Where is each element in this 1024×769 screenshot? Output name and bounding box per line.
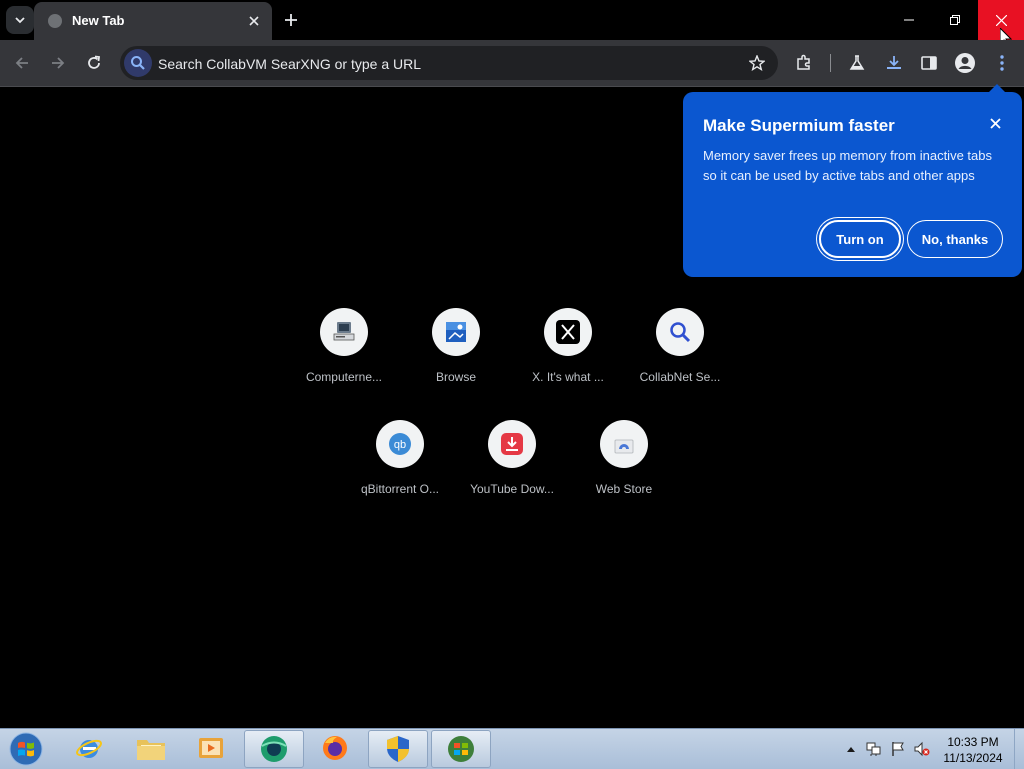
tray-expand-icon[interactable] <box>843 741 859 757</box>
chevron-down-icon <box>15 17 25 24</box>
popup-title: Make Supermium faster <box>703 116 895 135</box>
menu-kebab-icon[interactable] <box>989 50 1015 76</box>
download-icon <box>488 420 536 468</box>
shortcut-label: CollabNet Se... <box>639 370 721 384</box>
shortcut-tile[interactable]: Web Store <box>568 420 680 520</box>
shield-icon <box>387 736 409 762</box>
omnibox-input[interactable] <box>156 52 740 76</box>
minimize-button[interactable] <box>886 0 932 40</box>
web-store-icon <box>600 420 648 468</box>
extensions-icon[interactable] <box>791 50 817 76</box>
system-clock[interactable]: 10:33 PM 11/13/2024 <box>938 734 1008 766</box>
taskbar-windows-update[interactable] <box>431 730 491 768</box>
shortcut-label: Browse <box>435 370 476 384</box>
shortcut-tile[interactable]: Computerne... <box>288 308 400 408</box>
favicon-icon <box>48 14 62 28</box>
reload-icon <box>88 55 101 69</box>
tab-title: New Tab <box>72 13 125 28</box>
back-arrow-icon <box>15 57 28 69</box>
taskbar-internet-explorer[interactable] <box>60 730 118 766</box>
start-button[interactable] <box>4 730 48 768</box>
browse-icon <box>432 308 480 356</box>
minimize-icon <box>904 19 914 21</box>
taskbar: 10:33 PM 11/13/2024 <box>0 728 1024 769</box>
profile-avatar-icon[interactable] <box>952 50 978 76</box>
shortcut-tile[interactable]: X. It's what ... <box>512 308 624 408</box>
shortcut-tile[interactable]: qb qBittorrent O... <box>344 420 456 520</box>
popup-arrow <box>989 84 1005 92</box>
volume-muted-icon[interactable] <box>914 741 930 757</box>
taskbar-security[interactable] <box>368 730 428 768</box>
show-desktop-button[interactable] <box>1014 729 1024 769</box>
internet-explorer-icon <box>76 739 102 758</box>
clock-time: 10:33 PM <box>947 735 999 749</box>
shortcut-label: YouTube Dow... <box>470 482 554 496</box>
tab-strip: New Tab <box>0 0 1024 48</box>
memory-saver-popup: Make Supermium faster Memory saver frees… <box>683 84 1022 277</box>
computer-icon <box>320 308 368 356</box>
taskbar-media-player[interactable] <box>182 730 240 766</box>
taskbar-file-explorer[interactable] <box>122 730 180 766</box>
search-icon <box>124 49 152 77</box>
turn-on-button[interactable]: Turn on <box>819 220 901 258</box>
reload-button[interactable] <box>80 49 108 77</box>
side-panel-icon[interactable] <box>916 50 942 76</box>
bookmark-star-icon[interactable] <box>746 52 768 74</box>
new-tab-button[interactable] <box>280 9 302 31</box>
firefox-icon <box>323 736 347 760</box>
shortcut-tile[interactable]: YouTube Dow... <box>456 420 568 520</box>
shortcut-tile[interactable]: Browse <box>400 308 512 408</box>
forward-arrow-icon <box>52 57 65 69</box>
shortcut-label: qBittorrent O... <box>360 482 440 496</box>
tab-close-icon[interactable] <box>244 11 264 31</box>
tab-search-button[interactable] <box>6 6 34 34</box>
shortcut-label: X. It's what ... <box>532 370 604 384</box>
action-center-flag-icon[interactable] <box>890 741 906 757</box>
browser-icon <box>261 736 287 762</box>
svg-text:qb: qb <box>394 439 406 451</box>
search-icon <box>656 308 704 356</box>
taskbar-firefox[interactable] <box>306 730 364 766</box>
clock-date: 11/13/2024 <box>943 751 1003 765</box>
popup-close-icon[interactable] <box>986 114 1004 132</box>
network-icon[interactable] <box>866 741 882 757</box>
windows-logo-icon <box>9 732 43 766</box>
close-icon <box>995 14 1007 26</box>
shortcut-label: Computerne... <box>305 370 383 384</box>
restore-button[interactable] <box>932 0 978 40</box>
browser-toolbar <box>0 40 1024 87</box>
shortcut-label: Web Store <box>595 482 653 496</box>
omnibox[interactable] <box>120 46 778 80</box>
tab-new-tab[interactable]: New Tab <box>34 2 272 40</box>
windows-flag-icon <box>448 736 474 762</box>
toolbar-separator <box>830 54 831 72</box>
labs-flask-icon[interactable] <box>844 50 870 76</box>
plus-icon <box>285 14 297 26</box>
forward-button[interactable] <box>44 49 72 77</box>
downloads-icon[interactable] <box>881 50 907 76</box>
taskbar-browser[interactable] <box>244 730 304 768</box>
shortcut-tile[interactable]: CollabNet Se... <box>624 308 736 408</box>
x-logo-icon <box>544 308 592 356</box>
back-button[interactable] <box>8 49 36 77</box>
qbittorrent-icon: qb <box>376 420 424 468</box>
media-player-icon <box>199 738 223 758</box>
folder-icon <box>137 740 165 760</box>
popup-body: Memory saver frees up memory from inacti… <box>703 148 992 183</box>
no-thanks-button[interactable]: No, thanks <box>907 220 1003 258</box>
restore-icon <box>950 15 960 25</box>
